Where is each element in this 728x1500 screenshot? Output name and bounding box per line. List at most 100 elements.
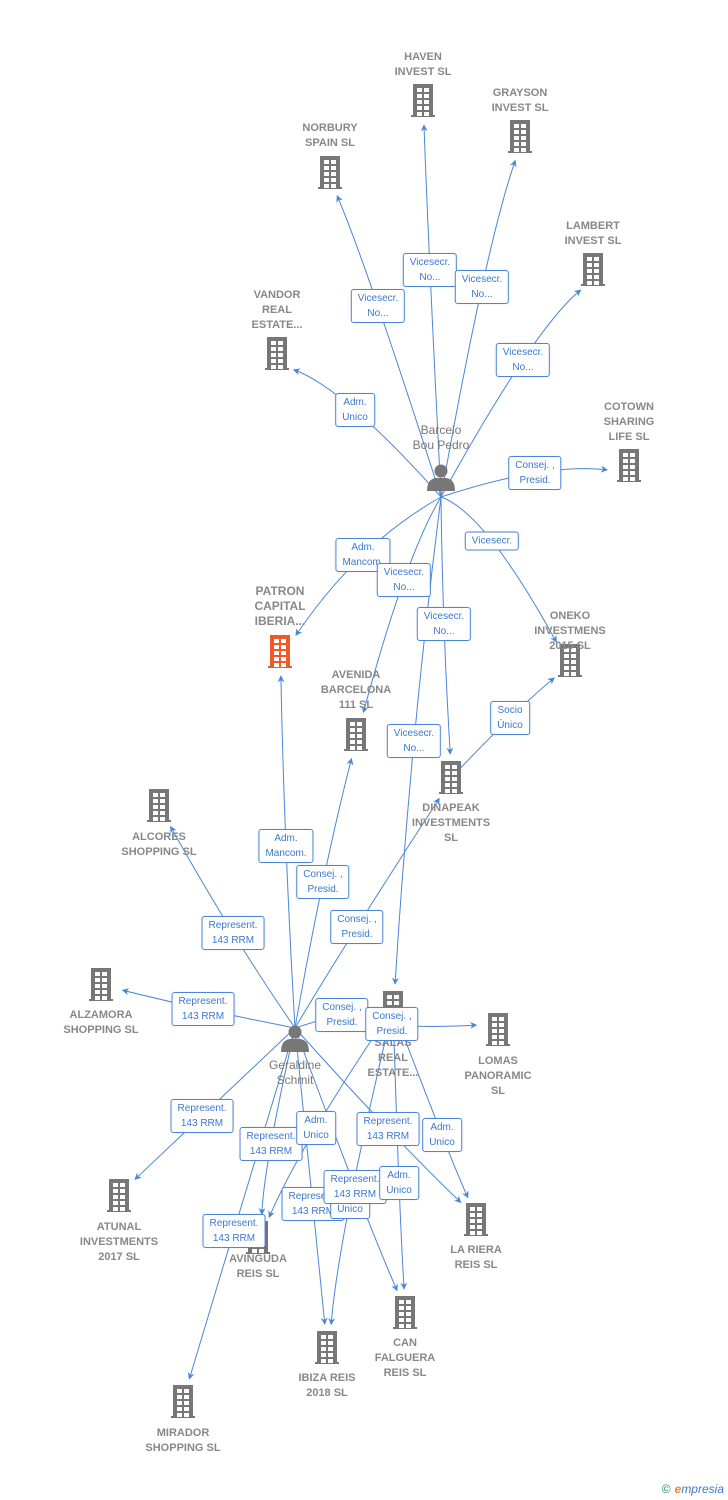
node-label-line: ONEKO (549, 610, 591, 622)
node-label-patron[interactable]: PATRON CAPITAL IBERIA... (254, 584, 305, 629)
edge-label-salas-lomas[interactable]: Consej. , Presid. (365, 1007, 419, 1041)
node-label-avenida[interactable]: AVENIDA BARCELONA 111 SL (321, 668, 391, 713)
node-label-barcelo[interactable]: Barcelo Bou Pedro (413, 423, 470, 453)
edge-label-dinapeak-oneko[interactable]: Socio Único (490, 701, 530, 735)
edge-label-line: Unico (337, 1204, 363, 1215)
node-label-alcores[interactable]: ALCORES SHOPPING SL (121, 830, 196, 860)
edge-label-line: Presid. (326, 1017, 358, 1028)
node-label-vandor[interactable]: VANDOR REAL ESTATE... (252, 288, 303, 333)
edge-label-geraldine-salas[interactable]: Consej. , Presid. (315, 998, 369, 1032)
node-label-line: INVEST SL (491, 102, 549, 114)
node-label-line: 2017 SL (98, 1251, 140, 1263)
node-label-norbury[interactable]: NORBURY SPAIN SL (302, 121, 357, 151)
building-icon-patron[interactable] (268, 635, 292, 668)
edge-label-barcelo-salas[interactable]: Vicesecr. No... (386, 724, 442, 758)
node-label-line: Schmit (276, 1073, 314, 1087)
node-label-line: INVESTMENTS (411, 817, 491, 829)
building-icon-mirador[interactable] (171, 1385, 195, 1418)
edge-label-barcelo-norbury[interactable]: Vicesecr. No... (350, 289, 406, 323)
building-icon-alzamora[interactable] (89, 968, 113, 1001)
building-icon-norbury[interactable] (318, 156, 342, 189)
building-icon-ibiza[interactable] (315, 1331, 339, 1364)
edge-label-barcelo-cotown[interactable]: Consej. , Presid. (508, 456, 562, 490)
edge-label-geraldine-lariera[interactable]: Represent. 143 RRM (356, 1112, 420, 1146)
building-icon-lariera[interactable] (464, 1203, 488, 1236)
node-label-line: ESTATE... (251, 319, 303, 331)
node-label-line: ESTATE... (367, 1067, 419, 1079)
edge-label-line: Adm. (351, 542, 375, 553)
edge-label-barcelo-grayson[interactable]: Vicesecr. No... (454, 270, 510, 304)
edge-label-line: Unico (342, 412, 368, 423)
building-icon-cotown[interactable] (617, 449, 641, 482)
edge-label-line: Consej. , (372, 1011, 412, 1022)
node-label-line: SHOPPING SL (145, 1442, 221, 1454)
edge-label-line: Adm. (387, 1170, 411, 1181)
node-label-alzamora[interactable]: ALZAMORA SHOPPING SL (63, 1008, 138, 1038)
node-label-line: REIS SL (454, 1259, 498, 1271)
node-label-oneko[interactable]: ONEKO INVESTMENS 2015 SL (534, 609, 606, 654)
node-label-lambert[interactable]: LAMBERT INVEST SL (565, 219, 622, 249)
building-icon-haven[interactable] (411, 84, 435, 117)
edge-label-line: Presid. (341, 929, 373, 940)
building-icon-vandor[interactable] (265, 337, 289, 370)
node-label-grayson[interactable]: GRAYSON INVEST SL (492, 86, 549, 116)
edge-label-line: Adm. (430, 1122, 454, 1133)
node-label-cotown[interactable]: COTOWN SHARING LIFE SL (604, 400, 655, 445)
node-label-haven[interactable]: HAVEN INVEST SL (395, 50, 452, 80)
node-label-line: REIS SL (383, 1367, 427, 1379)
edge-label-line: Vicesecr. (502, 347, 544, 358)
edge-label-line: Represent. (178, 996, 228, 1007)
node-label-canfalguera[interactable]: CAN FALGUERA REIS SL (375, 1336, 436, 1381)
edge-label-barcelo-lambert[interactable]: Vicesecr. No... (495, 343, 551, 377)
edge-label-line: Único (497, 720, 523, 731)
edge-label-barcelo-avenida[interactable]: Vicesecr. No... (376, 563, 432, 597)
edge-label-line: Vicesecr. (461, 274, 503, 285)
node-label-avinguda[interactable]: AVINGUDA REIS SL (229, 1252, 287, 1282)
edge-label-geraldine-mirador[interactable]: Represent. 143 RRM (202, 1214, 266, 1248)
edge-label-line: Mancom. (265, 848, 307, 859)
edge-label-line: No... (471, 289, 493, 300)
building-icon-avenida[interactable] (344, 718, 368, 751)
node-label-salas[interactable]: SALAS REAL ESTATE... (368, 1036, 419, 1081)
node-label-mirador[interactable]: MIRADOR SHOPPING SL (145, 1426, 220, 1456)
edge-label-salas-avinguda[interactable]: Adm. Unico (296, 1111, 336, 1145)
edge-label-salas-lariera[interactable]: Adm. Unico (422, 1118, 462, 1152)
edge-label-geraldine-canfalguera[interactable]: Represent. 143 RRM (323, 1170, 387, 1204)
edge-label-line: Vicesecr. (393, 728, 435, 739)
building-icon-lomas[interactable] (486, 1013, 510, 1046)
edge-label-geraldine-avenida[interactable]: Consej. , Presid. (296, 865, 350, 899)
edge-label-geraldine-alcores[interactable]: Represent. 143 RRM (201, 916, 265, 950)
edge-label-geraldine-alzamora[interactable]: Represent. 143 RRM (171, 992, 235, 1026)
node-label-dinapeak[interactable]: DINAPEAK INVESTMENTS SL (412, 801, 490, 846)
edge-label-line: Adm. (274, 833, 298, 844)
node-label-line: Geraldine (268, 1058, 322, 1072)
building-icon-alcores[interactable] (147, 789, 171, 822)
edge-label-geraldine-patron[interactable]: Adm. Mancom. (258, 829, 314, 863)
edge-label-geraldine-atunal[interactable]: Represent. 143 RRM (170, 1099, 234, 1133)
node-label-atunal[interactable]: ATUNAL INVESTMENTS 2017 SL (80, 1220, 158, 1265)
node-label-line: 111 SL (338, 699, 374, 711)
edge-label-salas-canfalguera[interactable]: Adm. Unico (379, 1166, 419, 1200)
node-label-ibiza[interactable]: IBIZA REIS 2018 SL (298, 1371, 355, 1401)
node-label-geraldine[interactable]: Geraldine Schmit (269, 1058, 321, 1088)
edge-label-barcelo-oneko[interactable]: Vicesecr. (464, 531, 520, 551)
node-label-line: SHOPPING SL (121, 846, 197, 858)
building-icon-dinapeak[interactable] (439, 761, 463, 794)
edge-label-geraldine-dinapeak[interactable]: Consej. , Presid. (330, 910, 384, 944)
node-label-lomas[interactable]: LOMAS PANORAMIC SL (464, 1054, 531, 1099)
building-icon-lambert[interactable] (581, 253, 605, 286)
node-label-line: CAPITAL (254, 599, 306, 613)
edge-label-barcelo-dinapeak[interactable]: Vicesecr. No... (416, 607, 472, 641)
footer-brand[interactable]: © empresia (662, 1482, 724, 1496)
edge-label-line: Presid. (307, 884, 339, 895)
building-icon-grayson[interactable] (508, 120, 532, 153)
node-label-lariera[interactable]: LA RIERA REIS SL (450, 1243, 502, 1273)
node-label-line: HAVEN (404, 51, 442, 63)
edge-label-barcelo-vandor[interactable]: Adm. Unico (335, 393, 375, 427)
edge-label-barcelo-haven[interactable]: Vicesecr. No... (402, 253, 458, 287)
edge-label-geraldine-avinguda[interactable]: Represent. 143 RRM (239, 1127, 303, 1161)
building-icon-canfalguera[interactable] (393, 1296, 417, 1329)
node-label-line: PATRON (255, 584, 305, 598)
building-icon-atunal[interactable] (107, 1179, 131, 1212)
person-icon-barcelo[interactable] (427, 464, 455, 492)
